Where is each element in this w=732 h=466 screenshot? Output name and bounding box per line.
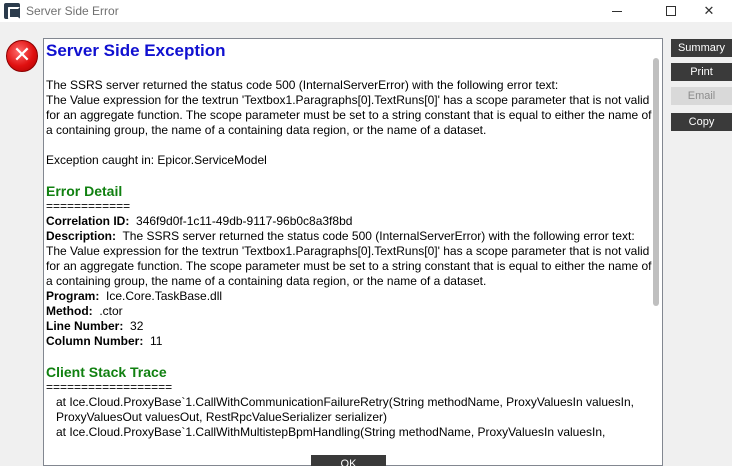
stack-line-2: at Ice.Cloud.ProxyBase`1.CallWithMultist… bbox=[56, 425, 606, 439]
line-number-row: Line Number: 32 bbox=[46, 319, 652, 334]
correlation-value: 346f9d0f-1c11-49db-9117-96b0c8a3f8bd bbox=[136, 214, 353, 228]
vertical-scrollbar[interactable] bbox=[653, 58, 659, 306]
description-value: The SSRS server returned the status code… bbox=[122, 229, 635, 243]
print-button[interactable]: Print bbox=[671, 63, 732, 81]
epicor-app-icon bbox=[4, 3, 20, 19]
column-number-label: Column Number: bbox=[46, 334, 144, 348]
column-number-row: Column Number: 11 bbox=[46, 334, 652, 349]
detail-divider: ============ bbox=[46, 199, 131, 213]
stack-divider: ================== bbox=[46, 380, 173, 394]
program-value: Ice.Core.TaskBase.dll bbox=[106, 289, 223, 303]
program-label: Program: bbox=[46, 289, 100, 303]
correlation-row: Correlation ID: 346f9d0f-1c11-49db-9117-… bbox=[46, 214, 652, 229]
email-button: Email bbox=[671, 87, 732, 105]
summary-button[interactable]: Summary bbox=[671, 39, 732, 57]
error-detail-heading: Error Detail bbox=[46, 183, 123, 199]
stack-line-1: at Ice.Cloud.ProxyBase`1.CallWithCommuni… bbox=[56, 395, 635, 424]
copy-button[interactable]: Copy bbox=[671, 113, 732, 131]
method-row: Method: .ctor bbox=[46, 304, 652, 319]
client-stack-trace-heading: Client Stack Trace bbox=[46, 364, 167, 380]
intro-line-2: The Value expression for the textrun 'Te… bbox=[46, 93, 652, 137]
error-content-pane[interactable]: Server Side Exception The SSRS server re… bbox=[43, 38, 663, 466]
description-detail: The Value expression for the textrun 'Te… bbox=[46, 244, 652, 288]
exception-caught: Exception caught in: Epicor.ServiceModel bbox=[46, 153, 267, 167]
method-label: Method: bbox=[46, 304, 93, 318]
error-x-glyph: ✕ bbox=[12, 43, 32, 68]
correlation-label: Correlation ID: bbox=[46, 214, 130, 228]
line-number-value: 32 bbox=[130, 319, 144, 333]
method-value: .ctor bbox=[99, 304, 123, 318]
program-row: Program: Ice.Core.TaskBase.dll bbox=[46, 289, 652, 304]
line-number-label: Line Number: bbox=[46, 319, 124, 333]
intro-line-1: The SSRS server returned the status code… bbox=[46, 78, 559, 92]
description-row: Description: The SSRS server returned th… bbox=[46, 229, 652, 244]
title-bar: Server Side Error ✕ bbox=[0, 0, 732, 22]
ok-button[interactable]: OK bbox=[311, 455, 386, 466]
column-number-value: 11 bbox=[150, 334, 163, 348]
close-button[interactable]: ✕ bbox=[686, 0, 732, 22]
close-icon: ✕ bbox=[703, 3, 715, 18]
minimize-icon bbox=[612, 10, 622, 12]
minimize-button[interactable] bbox=[594, 0, 640, 22]
maximize-icon bbox=[666, 6, 676, 16]
error-content: Server Side Exception The SSRS server re… bbox=[46, 41, 652, 440]
window-title: Server Side Error bbox=[26, 4, 119, 18]
description-label: Description: bbox=[46, 229, 117, 243]
exception-heading: Server Side Exception bbox=[46, 41, 226, 60]
error-icon: ✕ bbox=[6, 40, 38, 72]
